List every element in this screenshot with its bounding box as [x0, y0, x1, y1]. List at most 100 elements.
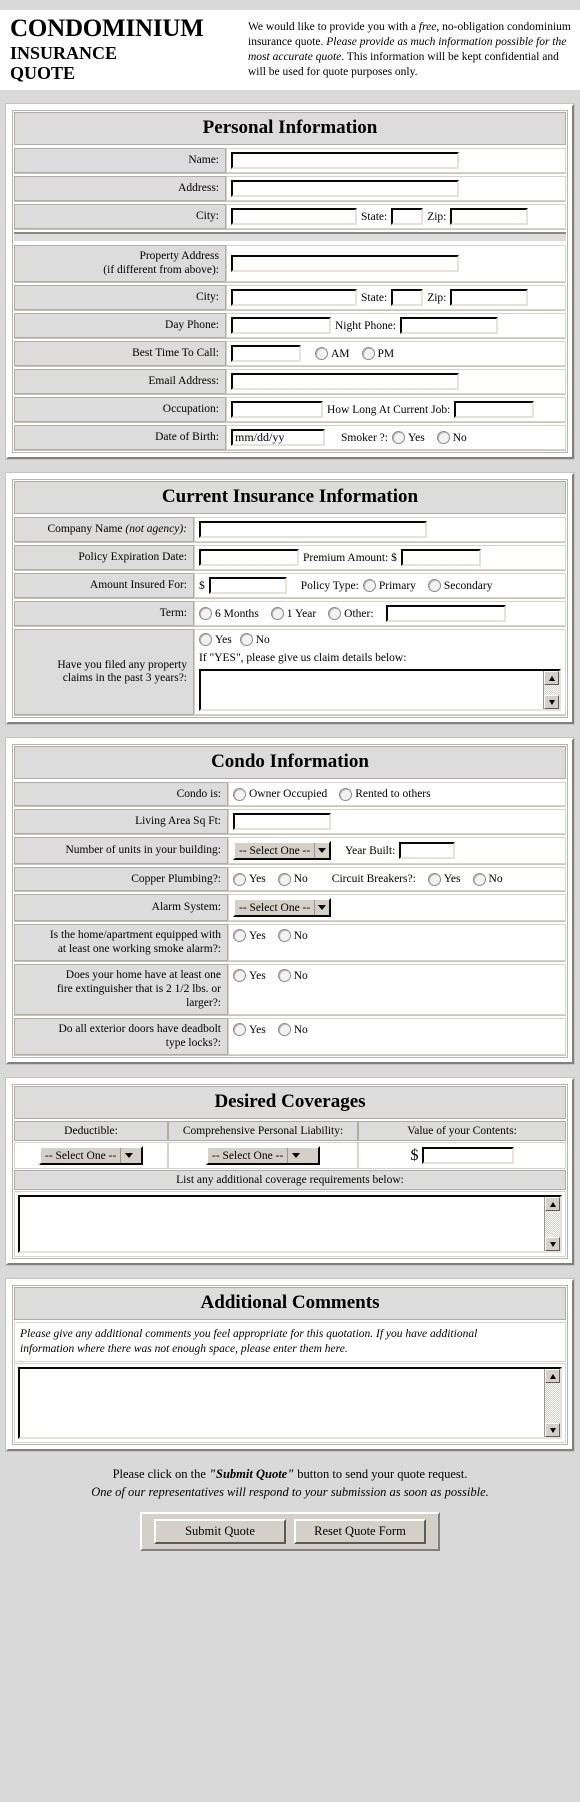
smoke-alarm-label-line1: Is the home/apartment equipped with	[49, 929, 221, 942]
year-built-input[interactable]	[399, 842, 456, 860]
city-input[interactable]	[231, 208, 357, 226]
property-zip-input[interactable]	[450, 289, 529, 307]
claims-textarea-area[interactable]	[201, 671, 543, 710]
radio-deadbolt-yes[interactable]: Yes	[233, 1023, 266, 1037]
scroll-down-icon[interactable]	[545, 1237, 560, 1252]
insurance-quote-page: CONDOMINIUM INSURANCE QUOTE We would lik…	[0, 0, 580, 1572]
radio-term-6months[interactable]: 6 Months	[199, 607, 259, 621]
property-address-input[interactable]	[231, 255, 459, 273]
row-email: Email Address:	[14, 368, 566, 396]
page-title-line1: CONDOMINIUM	[10, 15, 204, 42]
scroll-up-icon[interactable]	[545, 1369, 560, 1384]
comments-textarea[interactable]	[18, 1367, 562, 1440]
contents-value-input[interactable]	[421, 1147, 514, 1165]
coverage-textarea-scrollbar[interactable]	[544, 1197, 560, 1252]
occupation-input[interactable]	[231, 401, 323, 419]
radio-am[interactable]: AM	[315, 347, 350, 361]
how-long-job-input[interactable]	[454, 401, 535, 419]
property-state-input[interactable]	[391, 289, 424, 307]
units-select[interactable]: -- Select One --	[233, 841, 331, 861]
smoker-no-label: No	[452, 431, 467, 444]
radio-term-other[interactable]: Other:	[328, 607, 374, 621]
day-phone-input[interactable]	[231, 317, 331, 335]
radio-claims-yes[interactable]: Yes	[199, 633, 232, 647]
zip-input[interactable]	[450, 208, 529, 226]
row-living-area: Living Area Sq Ft:	[14, 808, 566, 836]
liability-select[interactable]: -- Select One --	[206, 1146, 320, 1166]
chevron-down-icon[interactable]	[314, 900, 329, 916]
radio-smoke-yes[interactable]: Yes	[233, 929, 266, 943]
best-time-input[interactable]	[231, 345, 301, 363]
claims-textarea-scrollbar[interactable]	[543, 671, 559, 710]
fire-yes-label: Yes	[249, 969, 266, 982]
comments-row	[14, 1363, 566, 1444]
radio-deadbolt-no[interactable]: No	[277, 1023, 308, 1037]
chevron-down-icon[interactable]	[287, 1148, 304, 1164]
radio-rented-to-others[interactable]: Rented to others	[339, 787, 431, 801]
scroll-track[interactable]	[545, 1211, 560, 1238]
row-address: Address:	[14, 175, 566, 203]
deadbolt-label-line1: Do all exterior doors have deadbolt	[58, 1023, 221, 1036]
radio-owner-occupied[interactable]: Owner Occupied	[233, 787, 327, 801]
radio-pm[interactable]: PM	[361, 347, 394, 361]
reset-quote-form-button[interactable]: Reset Quote Form	[294, 1519, 426, 1545]
scroll-track[interactable]	[545, 1383, 560, 1424]
radio-smoker-no[interactable]: No	[436, 431, 467, 445]
radio-fire-yes[interactable]: Yes	[233, 969, 266, 983]
comments-textarea-scrollbar[interactable]	[544, 1369, 560, 1438]
term-other-input[interactable]	[385, 605, 506, 623]
radio-policy-primary[interactable]: Primary	[362, 579, 416, 593]
scroll-up-icon[interactable]	[544, 671, 559, 686]
alarm-system-label: Alarm System:	[14, 894, 228, 922]
page-header: CONDOMINIUM INSURANCE QUOTE We would lik…	[0, 10, 580, 91]
radio-copper-yes[interactable]: Yes	[233, 872, 266, 886]
occupation-label: Occupation:	[14, 397, 226, 423]
smoke-alarm-label-line2: at least one working smoke alarm?:	[57, 942, 221, 955]
company-name-label: Company Name (not agency):	[14, 517, 194, 543]
email-input[interactable]	[231, 373, 459, 391]
scroll-track[interactable]	[544, 685, 559, 696]
amount-insured-input[interactable]	[208, 577, 287, 595]
radio-smoke-no[interactable]: No	[277, 929, 308, 943]
radio-claims-no[interactable]: No	[239, 633, 270, 647]
claims-details-textarea[interactable]	[199, 669, 561, 712]
deadbolt-yes-label: Yes	[249, 1023, 266, 1036]
property-city-input[interactable]	[231, 289, 357, 307]
radio-smoker-yes[interactable]: Yes	[391, 431, 425, 445]
row-company-name: Company Name (not agency):	[14, 516, 566, 544]
property-address-label: Property Address (if different from abov…	[14, 245, 226, 283]
premium-amount-input[interactable]	[400, 549, 481, 567]
company-name-input[interactable]	[199, 521, 427, 539]
chevron-down-icon[interactable]	[120, 1148, 137, 1164]
scroll-down-icon[interactable]	[545, 1423, 560, 1438]
scroll-down-icon[interactable]	[544, 695, 559, 710]
chevron-down-icon[interactable]	[314, 843, 329, 859]
row-best-time: Best Time To Call: AM PM	[14, 340, 566, 368]
section-spacer-2	[0, 724, 580, 739]
radio-policy-secondary[interactable]: Secondary	[427, 579, 492, 593]
alarm-system-select[interactable]: -- Select One --	[233, 898, 331, 918]
submit-quote-button[interactable]: Submit Quote	[154, 1519, 286, 1545]
comments-textarea-area[interactable]	[20, 1369, 544, 1438]
name-input[interactable]	[231, 152, 459, 170]
claims-label-line2: claims in the past 3 years?:	[62, 672, 187, 685]
scroll-up-icon[interactable]	[545, 1197, 560, 1212]
policy-expiration-input[interactable]	[199, 549, 299, 567]
additional-coverage-textarea[interactable]	[18, 1195, 562, 1254]
radio-breakers-yes[interactable]: Yes	[427, 872, 461, 886]
top-spacer	[0, 0, 580, 10]
address-input[interactable]	[231, 180, 459, 198]
night-phone-input[interactable]	[400, 317, 499, 335]
deductible-select[interactable]: -- Select One --	[39, 1146, 143, 1166]
radio-term-1year[interactable]: 1 Year	[270, 607, 316, 621]
state-input[interactable]	[391, 208, 424, 226]
radio-copper-no[interactable]: No	[277, 872, 308, 886]
night-phone-label: Night Phone:	[335, 319, 397, 332]
company-name-label-main: Company Name	[47, 523, 126, 536]
radio-fire-no[interactable]: No	[277, 969, 308, 983]
coverage-textarea-area[interactable]	[20, 1197, 544, 1252]
radio-breakers-no[interactable]: No	[472, 872, 503, 886]
dob-input[interactable]	[231, 429, 325, 447]
am-label: AM	[331, 347, 350, 360]
living-area-input[interactable]	[233, 813, 331, 831]
